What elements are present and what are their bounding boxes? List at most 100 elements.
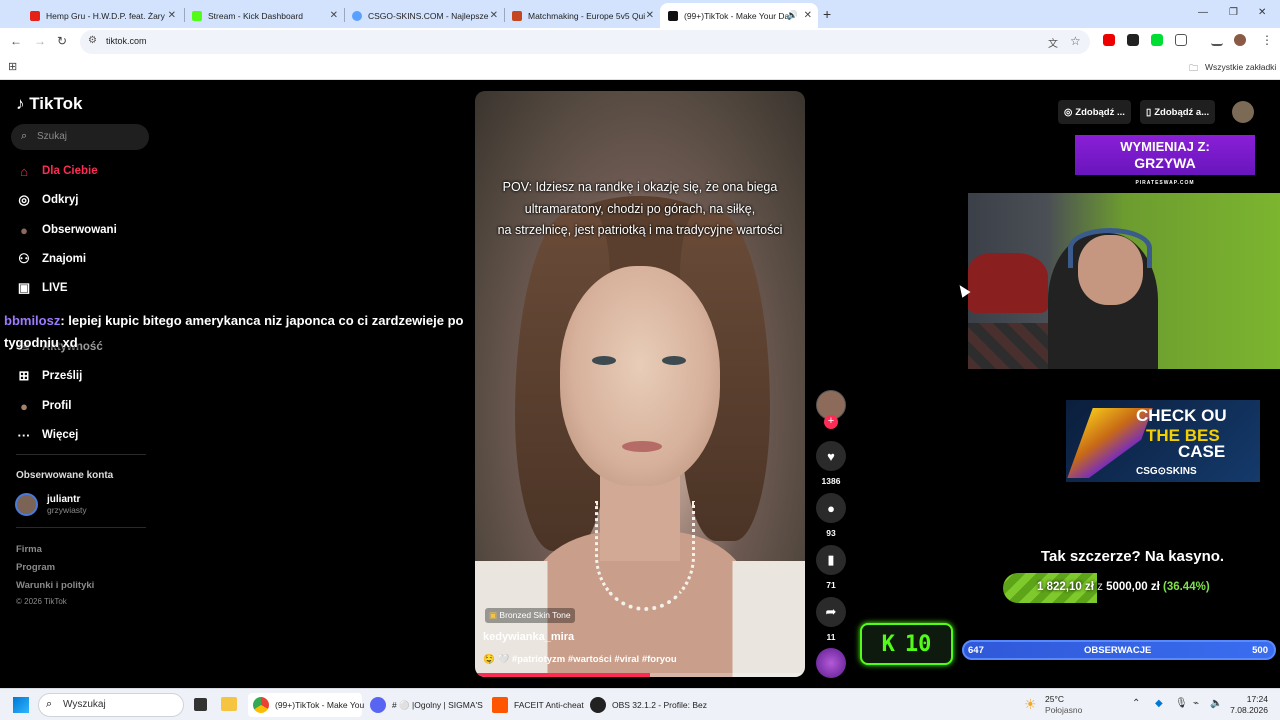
restore-button[interactable]: ❐ <box>1229 7 1238 18</box>
nav-dla-ciebie[interactable]: ⌂ Dla Ciebie <box>14 160 98 182</box>
caption-line: na strzelnicę, jest patriotką i ma trady… <box>497 223 783 237</box>
video-hashtags[interactable]: 🤤 🤍 #patriotyzm #wartości #viral #foryou <box>483 654 677 665</box>
extension-icon[interactable] <box>1127 34 1139 46</box>
kick-counter: K 10 <box>860 623 953 665</box>
volume-icon[interactable]: 🔈 <box>1210 698 1222 709</box>
nav-wiecej[interactable]: ··· Więcej <box>14 424 79 446</box>
extension-icon[interactable] <box>1151 34 1163 46</box>
search-placeholder: Wyszukaj <box>63 699 106 710</box>
forward-icon[interactable]: → <box>34 34 46 48</box>
taskbar-app-chrome[interactable]: (99+)TikTok - Make You <box>248 693 364 717</box>
footer-program[interactable]: Program <box>16 562 55 573</box>
windows-start-icon[interactable] <box>13 697 29 713</box>
chevron-up-icon[interactable]: ⌃ <box>1132 698 1140 709</box>
close-icon[interactable]: ✕ <box>646 10 654 21</box>
new-tab-button[interactable]: + <box>823 6 831 22</box>
close-icon[interactable]: ✕ <box>490 10 498 21</box>
minimize-button[interactable]: — <box>1198 7 1208 18</box>
file-explorer-icon[interactable] <box>221 697 237 711</box>
tab-hemp-gru[interactable]: Hemp Gru - H.W.D.P. feat. Żary ✕ <box>22 3 182 28</box>
follow-plus-icon[interactable]: + <box>824 415 838 429</box>
obs-icon <box>590 697 606 713</box>
goal-title: Tak szczerze? Na kasyno. <box>1040 548 1225 565</box>
share-button[interactable]: ➦ <box>816 597 846 627</box>
goal-separator: z <box>1097 581 1103 593</box>
taskbar-search[interactable]: ⌕ Wyszukaj <box>38 693 184 717</box>
get-coins-button[interactable]: ◎ Zdobądź ... <box>1058 100 1131 124</box>
apps-grid-icon[interactable]: ⊞ <box>8 60 17 73</box>
search-input[interactable]: ⌕ Szukaj <box>11 124 149 150</box>
tab-csgo-skins[interactable]: CSGO-SKINS.COM - Najlepsze ✕ <box>344 3 504 28</box>
nav-odkryj[interactable]: ◎ Odkryj <box>14 189 78 211</box>
windows-taskbar: ⌕ Wyszukaj (99+)TikTok - Make You # ⚪ |O… <box>0 688 1280 720</box>
all-bookmarks[interactable]: Wszystkie zakładki <box>1205 62 1276 72</box>
clock-time[interactable]: 17:24 <box>1236 694 1268 704</box>
bookmark-star-icon[interactable]: ☆ <box>1070 34 1081 48</box>
nav-znajomi[interactable]: ⚇ Znajomi <box>14 248 86 270</box>
task-view-icon[interactable] <box>194 698 207 711</box>
translate-icon[interactable]: 文 <box>1048 35 1058 50</box>
avatar[interactable] <box>1232 101 1254 123</box>
nav-profil[interactable]: ● Profil <box>14 395 71 417</box>
tiktok-logo[interactable]: ♪ TikTok <box>16 94 82 114</box>
close-icon[interactable]: ✕ <box>330 10 338 21</box>
extension-opera-icon[interactable] <box>1103 34 1115 46</box>
video-player[interactable]: POV: Idziesz na randkę i okazję się, że … <box>475 91 805 677</box>
menu-icon[interactable]: ⋮ <box>1261 33 1273 47</box>
goal-current: 1 822,10 zł <box>1037 581 1094 593</box>
speaker-icon[interactable]: 🔊 <box>787 10 798 21</box>
weather-temp[interactable]: 25°C <box>1045 694 1064 704</box>
nav-live[interactable]: ▣ LIVE <box>14 277 68 299</box>
browser-tab-bar: Hemp Gru - H.W.D.P. feat. Żary ✕ Stream … <box>0 0 1280 28</box>
effect-tag[interactable]: ▣ Bronzed Skin Tone <box>485 608 575 623</box>
network-icon[interactable]: ⌁ <box>1193 698 1199 709</box>
divider <box>16 527 146 528</box>
nav-label: Dla Ciebie <box>42 165 98 177</box>
nav-obserwowani[interactable]: ● Obserwowani <box>14 219 117 241</box>
media-icon[interactable] <box>1211 34 1223 46</box>
banner-line: GRZYWA <box>1134 155 1196 171</box>
nav-przeslij[interactable]: ⊞ Prześlij <box>14 365 83 387</box>
nav-label: LIVE <box>42 282 68 294</box>
taskbar-app-faceit[interactable]: FACEIT Anti-cheat <box>492 693 584 717</box>
following-name[interactable]: juliantr <box>47 494 80 505</box>
avatar[interactable] <box>15 493 38 516</box>
footer-firma[interactable]: Firma <box>16 544 42 555</box>
music-disc-icon[interactable] <box>816 648 846 678</box>
microphone-icon[interactable]: 🎙 <box>1175 698 1188 709</box>
caption-line: ultramaratony, chodzi po górach, na siłk… <box>524 201 756 216</box>
video-author[interactable]: kedywianka_mira <box>483 631 574 643</box>
like-button[interactable]: ♥ <box>816 441 846 471</box>
close-window-button[interactable]: ✕ <box>1258 7 1266 18</box>
site-info-icon[interactable]: ⚙ <box>88 35 97 46</box>
footer-copyright: © 2026 TikTok <box>16 597 67 606</box>
close-icon[interactable]: ✕ <box>804 10 812 21</box>
tab-matchmaking[interactable]: Matchmaking - Europe 5v5 Qui ✕ <box>504 3 660 28</box>
taskbar-app-obs[interactable]: OBS 32.1.2 - Profile: Bez <box>590 693 707 717</box>
profile-avatar[interactable] <box>1234 34 1246 46</box>
get-app-button[interactable]: ▯ Zdobądź a... <box>1140 100 1216 124</box>
logo-text: TikTok <box>29 94 83 113</box>
close-icon[interactable]: ✕ <box>168 10 176 21</box>
tray-app-icon[interactable]: ◆ <box>1155 698 1163 709</box>
nav-label: Obserwowani <box>42 224 117 236</box>
search-icon: ⌕ <box>21 130 28 142</box>
discord-icon <box>370 697 386 713</box>
save-button[interactable]: ▮ <box>816 545 846 575</box>
back-icon[interactable]: ← <box>10 34 22 48</box>
reload-icon[interactable]: ↻ <box>57 34 67 48</box>
comment-button[interactable]: ● <box>816 493 846 523</box>
app-label: # ⚪ |Ogolny | SIGMA'S <box>392 699 483 710</box>
footer-terms[interactable]: Warunki i polityki <box>16 580 94 591</box>
extensions-puzzle-icon[interactable] <box>1175 34 1187 46</box>
faceit-icon <box>492 697 508 713</box>
address-bar[interactable]: ⚙ tiktok.com 文 ☆ <box>80 30 1090 54</box>
tab-kick-dashboard[interactable]: Stream - Kick Dashboard ✕ <box>184 3 344 28</box>
tab-tiktok[interactable]: (99+)TikTok - Make Your Da 🔊 ✕ <box>660 3 818 28</box>
tab-title: (99+)TikTok - Make Your Da <box>684 10 790 21</box>
nav-label: Profil <box>42 400 72 412</box>
taskbar-app-discord[interactable]: # ⚪ |Ogolny | SIGMA'S <box>370 693 483 717</box>
video-progress-bar[interactable] <box>475 673 805 677</box>
followers-current: 647 <box>968 645 984 656</box>
phone-icon: ▯ <box>1146 106 1152 118</box>
